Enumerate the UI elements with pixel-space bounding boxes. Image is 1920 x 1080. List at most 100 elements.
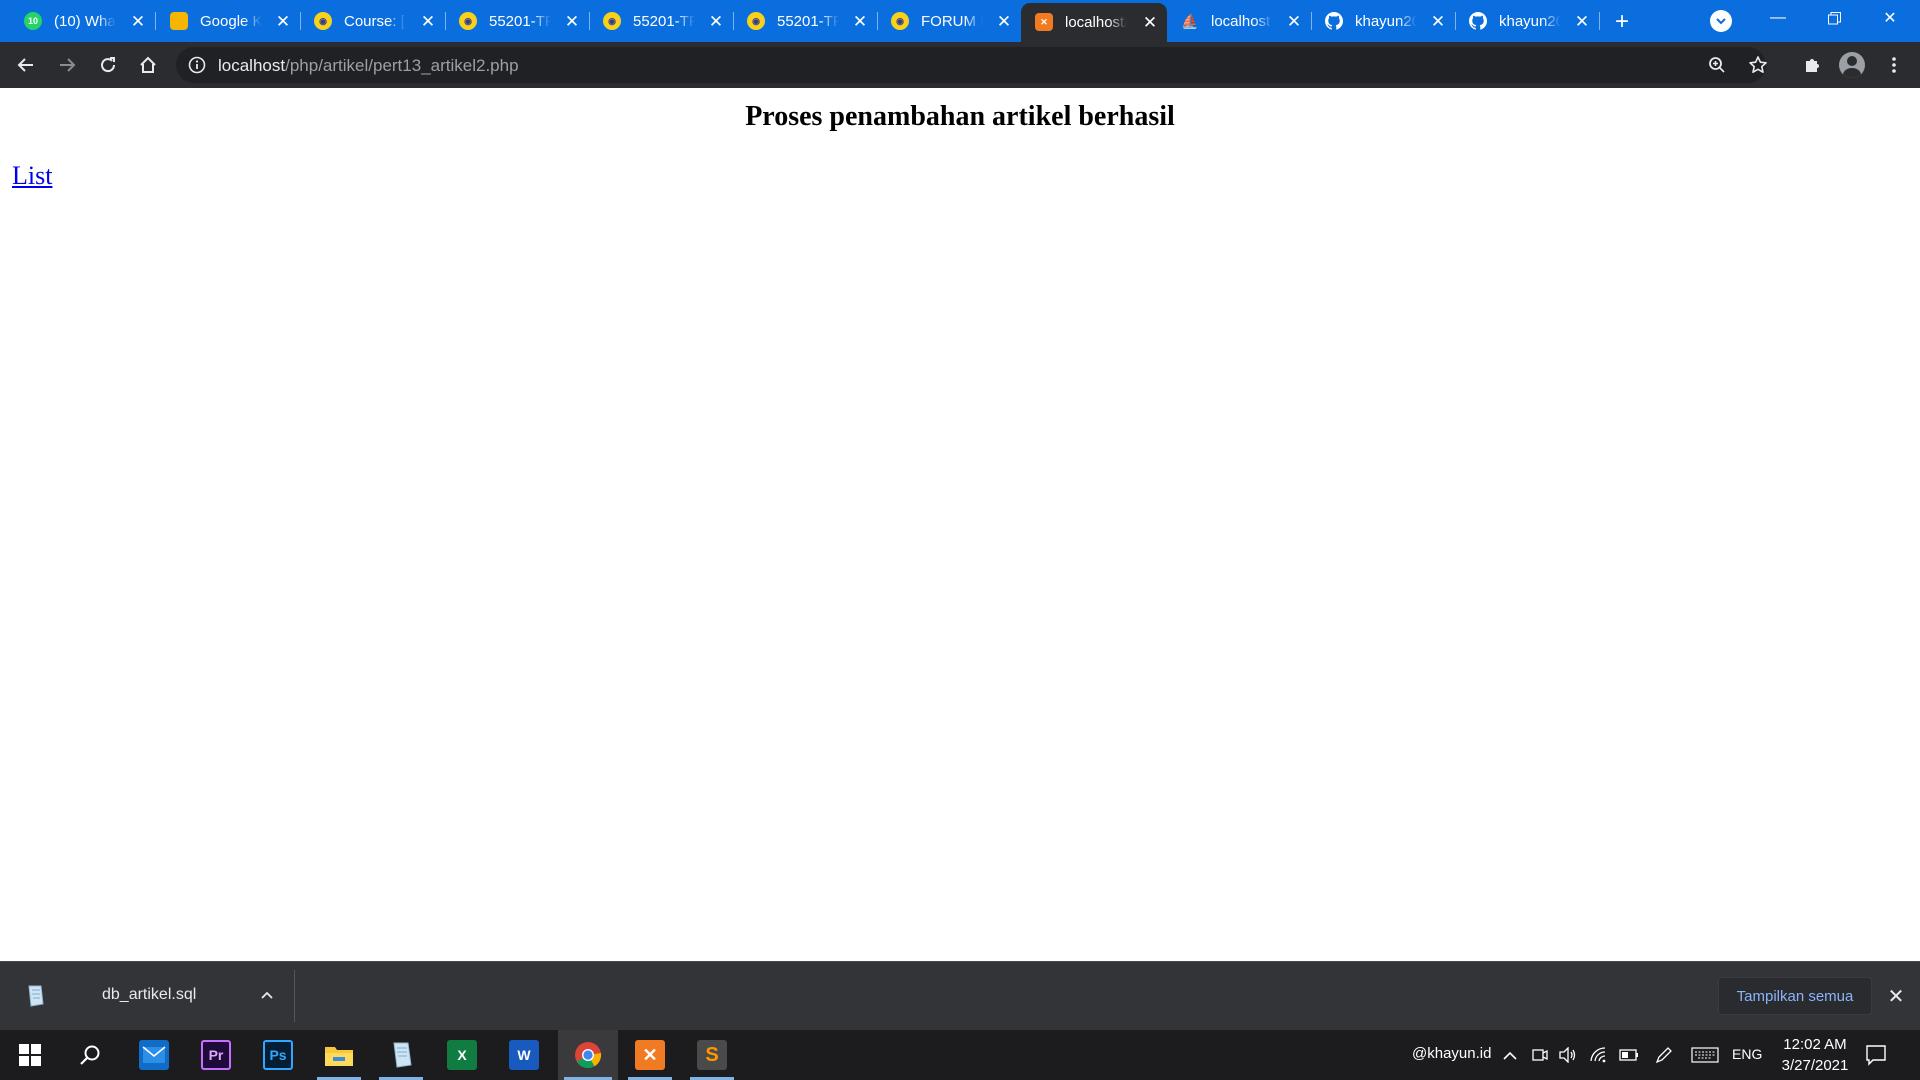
github-icon: [1469, 12, 1487, 30]
university-icon: ◉: [747, 12, 765, 30]
xampp-icon: ✕: [635, 1040, 665, 1070]
close-icon[interactable]: ✕: [419, 12, 437, 30]
close-icon[interactable]: ✕: [129, 12, 147, 30]
notepad-icon: [386, 1040, 416, 1070]
volume-icon[interactable]: [1558, 1045, 1578, 1065]
tab-strip: 10 (10) WhatsApp ✕ Google Keep ✕ ◉ Cours…: [0, 0, 1920, 42]
list-link[interactable]: List: [12, 161, 52, 191]
pen-icon[interactable]: [1654, 1045, 1674, 1065]
clock-date: 3/27/2021: [1781, 1057, 1849, 1074]
tab-course[interactable]: ◉ Course: [5 ✕: [300, 0, 446, 42]
taskbar-sublime[interactable]: S: [684, 1030, 740, 1080]
tab-github-2[interactable]: khayun20 ✕: [1455, 0, 1600, 42]
tab-title: khayun20: [1355, 12, 1417, 30]
close-icon[interactable]: ✕: [563, 12, 581, 30]
tab-title: khayun20: [1499, 12, 1561, 30]
tab-search-button[interactable]: [1710, 10, 1732, 32]
whatsapp-icon: 10: [24, 12, 42, 30]
tab-forum[interactable]: ◉ FORUM D ✕: [877, 0, 1021, 42]
reload-button[interactable]: [92, 49, 124, 81]
tab-55201-tp-3[interactable]: ◉ 55201-TP ✕: [733, 0, 878, 42]
notification-icon[interactable]: [1864, 1043, 1888, 1067]
chevron-up-icon[interactable]: [1500, 1045, 1520, 1065]
tab-whatsapp[interactable]: 10 (10) WhatsApp ✕: [10, 0, 156, 42]
zoom-icon[interactable]: [1708, 56, 1726, 79]
university-icon: ◉: [891, 12, 909, 30]
close-icon[interactable]: ✕: [274, 12, 292, 30]
restore-button[interactable]: [1806, 0, 1862, 36]
university-icon: ◉: [314, 12, 332, 30]
excel-icon: X: [447, 1040, 477, 1070]
battery-icon[interactable]: [1619, 1045, 1639, 1065]
download-filename[interactable]: db_artikel.sql: [102, 986, 196, 1004]
taskbar-word[interactable]: W: [496, 1030, 552, 1080]
page-content: Proses penambahan artikel berhasil List: [0, 88, 1920, 961]
new-tab-button[interactable]: +: [1608, 8, 1636, 36]
page-heading: Proses penambahan artikel berhasil: [745, 101, 1175, 132]
keyboard-icon[interactable]: [1690, 1045, 1720, 1065]
tab-title: (10) WhatsApp: [54, 12, 116, 30]
taskbar-username[interactable]: @khayun.id: [1412, 1045, 1491, 1062]
tab-localhost-active[interactable]: ✕ localhost/ ✕: [1021, 3, 1167, 42]
download-options-button[interactable]: [256, 982, 278, 1008]
forward-button[interactable]: [51, 49, 83, 81]
extensions-button[interactable]: [1796, 49, 1828, 81]
url-text[interactable]: localhost/php/artikel/pert13_artikel2.ph…: [218, 56, 519, 76]
search-button[interactable]: [62, 1030, 118, 1080]
tab-title: Google Keep: [200, 12, 262, 30]
tab-title: 55201-TP: [489, 12, 551, 30]
restore-icon: [1827, 11, 1841, 24]
url-path: /php/artikel/pert13_artikel2.php: [285, 56, 519, 75]
file-explorer-icon: [324, 1040, 354, 1070]
taskbar-chrome[interactable]: [558, 1030, 618, 1080]
close-icon[interactable]: ✕: [707, 12, 725, 30]
browser-toolbar: localhost/php/artikel/pert13_artikel2.ph…: [0, 42, 1920, 88]
tab-google-keep[interactable]: Google Keep ✕: [156, 0, 301, 42]
close-icon[interactable]: ✕: [1429, 12, 1447, 30]
chevron-up-icon: [261, 991, 273, 999]
taskbar-mail[interactable]: [126, 1030, 182, 1080]
show-all-downloads-button[interactable]: Tampilkan semua: [1718, 977, 1872, 1015]
taskbar-notepad[interactable]: [373, 1030, 429, 1080]
address-bar[interactable]: localhost/php/artikel/pert13_artikel2.ph…: [176, 47, 1768, 83]
taskbar-excel[interactable]: X: [434, 1030, 490, 1080]
chevron-down-icon: [1716, 18, 1726, 25]
reload-icon: [101, 57, 116, 73]
tab-title: FORUM D: [921, 12, 983, 30]
close-icon[interactable]: ✕: [851, 12, 869, 30]
clock[interactable]: 12:02 AM 3/27/2021: [1768, 1034, 1862, 1076]
home-button[interactable]: [132, 49, 164, 81]
tab-github-1[interactable]: khayun20 ✕: [1311, 0, 1456, 42]
close-download-bar-button[interactable]: ✕: [1884, 984, 1908, 1008]
info-icon[interactable]: [188, 56, 206, 79]
photoshop-icon: Ps: [263, 1040, 293, 1070]
close-icon[interactable]: ✕: [1285, 12, 1303, 30]
close-icon[interactable]: ✕: [995, 12, 1013, 30]
start-button[interactable]: [2, 1030, 58, 1080]
wifi-icon[interactable]: [1589, 1045, 1609, 1065]
tab-55201-tp-2[interactable]: ◉ 55201-TP ✕: [589, 0, 734, 42]
close-window-button[interactable]: ✕: [1862, 0, 1918, 36]
home-icon: [140, 56, 156, 73]
github-icon: [1325, 12, 1343, 30]
xampp-icon: ✕: [1035, 13, 1053, 31]
minimize-button[interactable]: —: [1750, 0, 1806, 36]
taskbar-file-explorer[interactable]: [311, 1030, 367, 1080]
bookmark-star-icon[interactable]: [1748, 55, 1768, 80]
taskbar-xampp[interactable]: ✕: [622, 1030, 678, 1080]
download-bar: db_artikel.sql Tampilkan semua ✕: [0, 961, 1920, 1030]
meet-now-icon[interactable]: [1530, 1045, 1550, 1065]
language-indicator[interactable]: ENG: [1732, 1046, 1762, 1062]
menu-button[interactable]: [1878, 49, 1910, 81]
profile-button[interactable]: [1836, 49, 1868, 81]
tab-55201-tp-1[interactable]: ◉ 55201-TP ✕: [445, 0, 590, 42]
close-icon[interactable]: ✕: [1141, 14, 1159, 32]
taskbar-premiere[interactable]: Pr: [188, 1030, 244, 1080]
avatar: [1839, 52, 1865, 78]
back-button[interactable]: [10, 49, 42, 81]
close-icon[interactable]: ✕: [1573, 12, 1591, 30]
phpmyadmin-icon: ⛵: [1181, 12, 1199, 29]
word-icon: W: [509, 1040, 539, 1070]
tab-localhost-phpmyadmin[interactable]: ⛵ localhost ✕: [1167, 0, 1312, 42]
taskbar-photoshop[interactable]: Ps: [250, 1030, 306, 1080]
